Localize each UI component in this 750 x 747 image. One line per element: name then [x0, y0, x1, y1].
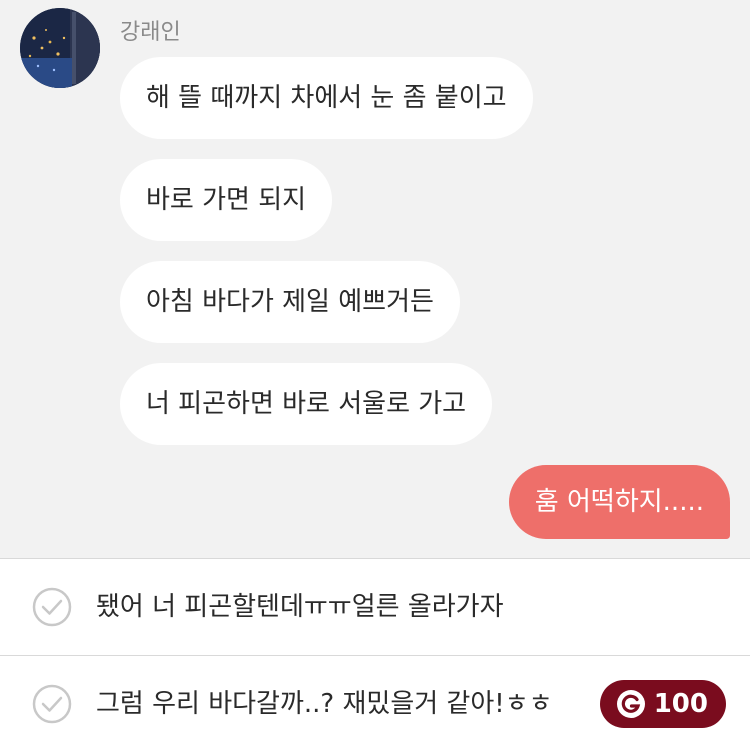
chat-area: 강래인 해 뜰 때까지 차에서 눈 좀 붙이고 바로 가면 되지 아침 바다가 …	[0, 0, 750, 558]
message-bubble: 바로 가면 되지	[120, 159, 333, 241]
choice-list: 됐어 너 피곤할텐데ㅠㅠ얼른 올라가자 그럼 우리 바다갈까..? 재밌을거 같…	[0, 558, 750, 747]
choice-label: 됐어 너 피곤할텐데ㅠㅠ얼른 올라가자	[96, 592, 504, 622]
choice-option[interactable]: 됐어 너 피곤할텐데ㅠㅠ얼른 올라가자	[0, 558, 750, 654]
sender-name: 강래인	[120, 20, 181, 45]
message-bubble: 너 피곤하면 바로 서울로 가고	[120, 363, 493, 445]
choice-label: 그럼 우리 바다갈까..? 재밌을거 같아!ㅎㅎ	[96, 689, 553, 719]
avatar-image	[20, 8, 100, 88]
cost-value: 100	[653, 689, 708, 719]
choice-option[interactable]: 그럼 우리 바다갈까..? 재밌을거 같아!ㅎㅎ 100	[0, 655, 750, 747]
cost-badge: 100	[599, 680, 726, 728]
check-circle-icon	[32, 587, 72, 627]
avatar[interactable]	[20, 8, 100, 88]
coin-g-icon	[616, 690, 645, 718]
check-circle-icon	[32, 684, 72, 724]
my-message-bubble: 훔 어떡하지.....	[508, 465, 730, 539]
message-bubble: 아침 바다가 제일 예쁘거든	[120, 261, 460, 343]
message-bubble: 해 뜰 때까지 차에서 눈 좀 붙이고	[120, 57, 533, 139]
